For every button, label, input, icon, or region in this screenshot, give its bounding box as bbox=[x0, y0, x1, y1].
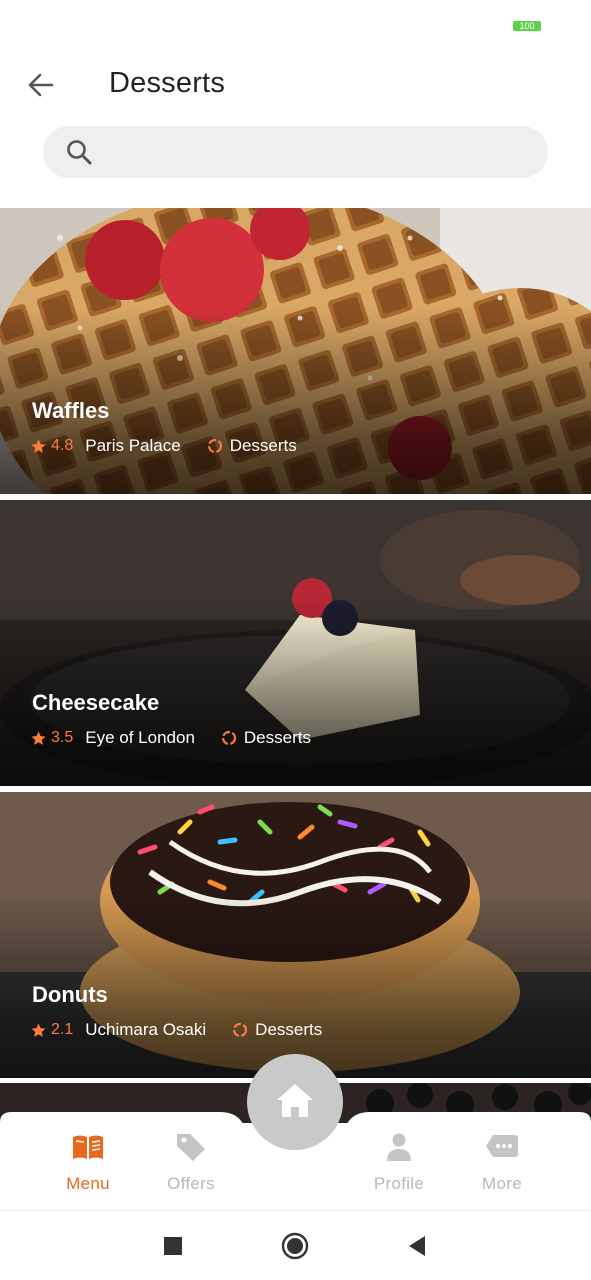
square-icon bbox=[164, 1237, 182, 1255]
nav-menu-label: Menu bbox=[66, 1174, 110, 1193]
dish-meta: 4.8 Paris Palace Desserts bbox=[30, 435, 297, 457]
system-back-button[interactable] bbox=[402, 1231, 432, 1261]
home-icon bbox=[277, 1084, 313, 1117]
dish-card-donuts[interactable]: Donuts 2.1 Uchimara Osaki Desserts bbox=[0, 792, 591, 1078]
nav-offers[interactable]: Offers bbox=[146, 1130, 236, 1200]
dish-venue: Eye of London bbox=[85, 728, 195, 747]
search-input[interactable] bbox=[107, 126, 527, 178]
dish-rating: 4.8 bbox=[51, 437, 74, 454]
dish-title: Donuts bbox=[32, 982, 108, 1007]
dish-rating: 3.5 bbox=[51, 729, 74, 746]
book-icon bbox=[73, 1135, 103, 1159]
system-home-button[interactable] bbox=[280, 1231, 310, 1261]
nav-menu[interactable]: Menu bbox=[43, 1130, 133, 1200]
battery-indicator: 100 bbox=[513, 21, 541, 31]
dish-card-waffles[interactable]: Waffles 4.8 Paris Palace Desserts bbox=[0, 208, 591, 494]
recents-button[interactable] bbox=[158, 1231, 188, 1261]
circle-dashed-icon bbox=[221, 730, 237, 746]
system-navigation-bar bbox=[0, 1210, 591, 1280]
nav-more-label: More bbox=[482, 1174, 522, 1193]
nav-profile-label: Profile bbox=[373, 1174, 425, 1193]
search-icon bbox=[67, 140, 92, 165]
back-button[interactable] bbox=[22, 65, 62, 105]
dish-rating: 2.1 bbox=[51, 1021, 74, 1038]
star-icon bbox=[31, 1022, 46, 1037]
status-bar: 100 bbox=[0, 0, 591, 50]
nav-offers-label: Offers bbox=[167, 1174, 215, 1193]
arrow-left-icon bbox=[28, 73, 54, 97]
dish-title: Waffles bbox=[32, 398, 110, 423]
circle-icon bbox=[281, 1232, 309, 1260]
circle-dashed-icon bbox=[233, 1022, 248, 1038]
chat-dots-icon bbox=[486, 1135, 518, 1157]
dish-category: Desserts bbox=[255, 1020, 323, 1039]
nav-profile[interactable]: Profile bbox=[354, 1130, 444, 1200]
page-title: Desserts bbox=[109, 67, 226, 99]
dish-title: Cheesecake bbox=[32, 690, 160, 715]
dish-category: Desserts bbox=[229, 436, 297, 455]
star-icon bbox=[31, 730, 46, 745]
dish-meta: 3.5 Eye of London Desserts bbox=[30, 727, 311, 749]
app-header: Desserts bbox=[0, 55, 591, 115]
dish-category: Desserts bbox=[243, 728, 311, 747]
circle-dashed-icon bbox=[207, 438, 222, 454]
star-icon bbox=[31, 438, 46, 453]
dish-meta: 2.1 Uchimara Osaki Desserts bbox=[30, 1019, 322, 1041]
search-bar[interactable] bbox=[43, 126, 548, 178]
tag-icon bbox=[177, 1134, 205, 1161]
dish-venue: Uchimara Osaki bbox=[85, 1020, 207, 1039]
person-icon bbox=[387, 1133, 411, 1161]
dish-venue: Paris Palace bbox=[85, 436, 181, 455]
home-button[interactable] bbox=[247, 1054, 343, 1150]
triangle-back-icon bbox=[409, 1236, 425, 1256]
dish-card-cheesecake[interactable]: Cheesecake 3.5 Eye of London Desserts bbox=[0, 500, 591, 786]
nav-more[interactable]: More bbox=[457, 1130, 547, 1200]
